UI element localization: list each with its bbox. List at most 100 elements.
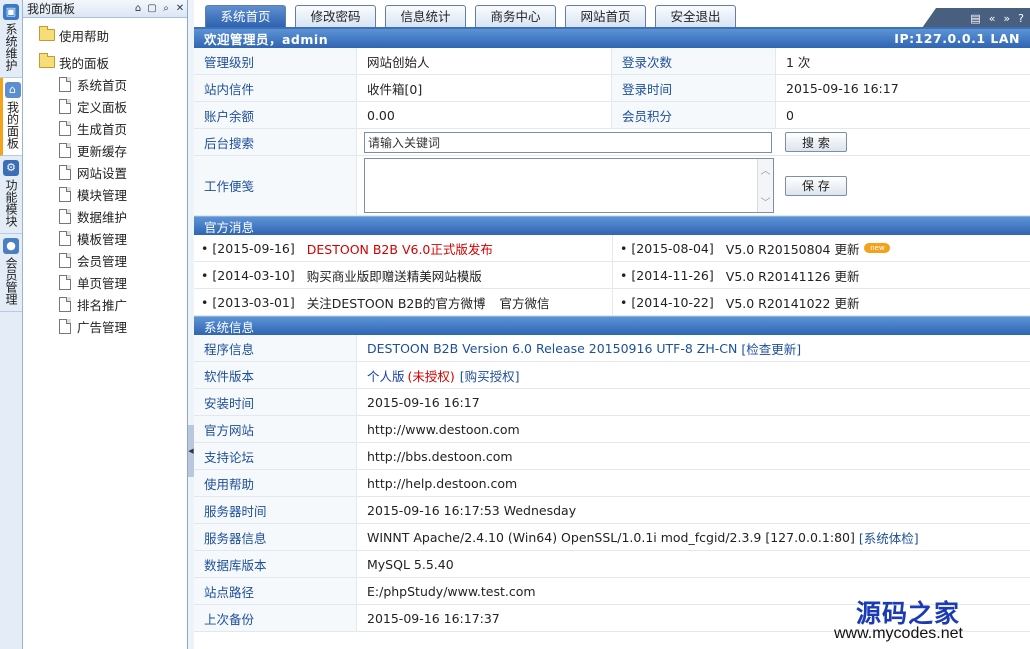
menu-icon[interactable]: ▤ xyxy=(970,12,980,25)
check-update-link[interactable]: [检查更新] xyxy=(741,339,801,358)
news-item[interactable]: • [2014-03-10] 购买商业版即赠送精美网站模版 xyxy=(194,262,612,288)
tab-home[interactable]: 系统首页 xyxy=(205,5,286,27)
top-nav: 系统首页 修改密码 信息统计 商务中心 网站首页 安全退出 ▤ « » ? xyxy=(194,0,1030,28)
news-link[interactable]: V5.0 R20150804 更新 xyxy=(726,239,860,258)
buy-license-link[interactable]: [购买授权] xyxy=(460,366,520,385)
vtab-system-label: 系统维护 xyxy=(4,23,18,71)
system-row: 服务器时间 2015-09-16 16:17:53 Wednesday xyxy=(194,497,1030,524)
news-link[interactable]: 关注DESTOON B2B的官方微博 xyxy=(307,293,486,312)
tree-item[interactable]: 单页管理 xyxy=(23,271,187,293)
tree-item-label: 定义面板 xyxy=(77,99,128,115)
tree-item[interactable]: 模块管理 xyxy=(23,183,187,205)
tree-folder-label: 我的面板 xyxy=(59,55,110,71)
value-program: DESTOON B2B Version 6.0 Release 20150916… xyxy=(357,335,1030,361)
memo-textarea[interactable]: ︿ ﹀ xyxy=(364,158,774,213)
value-install-time: 2015-09-16 16:17 xyxy=(367,394,480,410)
tab-site-home[interactable]: 网站首页 xyxy=(565,5,646,27)
tree-item[interactable]: 定义面板 xyxy=(23,95,187,117)
tab-stats[interactable]: 信息统计 xyxy=(385,5,466,27)
help-link[interactable]: http://help.destoon.com xyxy=(357,470,1030,496)
value-inbox[interactable]: 收件箱[0] xyxy=(357,75,611,101)
news-date: [2013-03-01] xyxy=(212,294,295,310)
save-button[interactable]: 保 存 xyxy=(785,175,847,196)
chevron-up-icon[interactable]: ︿ xyxy=(761,162,771,177)
memo-row: 工作便笺 ︿ ﹀ 保 存 xyxy=(194,156,1030,216)
news-row: • [2013-03-01] 关注DESTOON B2B的官方微博 官方微信 •… xyxy=(194,289,1030,316)
nav-controls: ▤ « » ? xyxy=(922,8,1030,28)
document-icon xyxy=(59,274,71,290)
tab-change-password[interactable]: 修改密码 xyxy=(295,5,376,27)
label-edition: 软件版本 xyxy=(194,362,357,388)
sidebar-title: 我的面板 xyxy=(27,2,76,16)
news-date: [2015-08-04] xyxy=(631,240,714,256)
system-check-link[interactable]: [系统体检] xyxy=(859,528,919,547)
news-link[interactable]: V5.0 R20141022 更新 xyxy=(726,293,860,312)
tree-item[interactable]: 数据维护 xyxy=(23,205,187,227)
tree-folder-label: 使用帮助 xyxy=(59,28,110,44)
news-item[interactable]: • [2015-08-04] V5.0 R20150804 更新 new xyxy=(612,235,1030,261)
info-row: 站内信件 收件箱[0] 登录时间 2015-09-16 16:17 xyxy=(194,75,1030,102)
help-icon[interactable]: ? xyxy=(1018,12,1024,25)
vtab-members[interactable]: ● 会员管理 xyxy=(0,234,22,312)
value-login-time: 2015-09-16 16:17 xyxy=(786,80,899,96)
label-search: 后台搜索 xyxy=(194,129,357,155)
double-right-icon[interactable]: » xyxy=(1003,12,1010,25)
news-item[interactable]: • [2015-09-16] DESTOON B2B V6.0正式版发布 xyxy=(194,235,612,261)
vtab-my-panel[interactable]: ⌂ 我的面板 xyxy=(0,78,22,156)
vtab-my-panel-label: 我的面板 xyxy=(5,101,20,149)
label-db-version: 数据库版本 xyxy=(194,551,357,577)
tab-business[interactable]: 商务中心 xyxy=(475,5,556,27)
tree-folder-help[interactable]: 使用帮助 xyxy=(23,24,187,46)
system-row: 数据库版本 MySQL 5.5.40 xyxy=(194,551,1030,578)
welcome-bar: 欢迎管理员，admin IP:127.0.0.1 LAN xyxy=(194,29,1030,48)
news-item[interactable]: • [2014-11-26] V5.0 R20141126 更新 xyxy=(612,262,1030,288)
news-item[interactable]: • [2014-10-22] V5.0 R20141022 更新 xyxy=(612,289,1030,315)
value-points: 0 xyxy=(786,107,794,123)
news-link[interactable]: V5.0 R20141126 更新 xyxy=(726,266,860,285)
tree-folder-my-panel[interactable]: 我的面板 xyxy=(23,51,187,73)
value-admin-level: 网站创始人 xyxy=(367,54,430,70)
value-server-info: WINNT Apache/2.4.10 (Win64) OpenSSL/1.0.… xyxy=(357,524,1030,550)
news-row: • [2015-09-16] DESTOON B2B V6.0正式版发布 • [… xyxy=(194,235,1030,262)
system-row: 软件版本 个人版 (未授权) [购买授权] xyxy=(194,362,1030,389)
window-icon[interactable]: ▢ xyxy=(145,3,159,14)
bullet: • xyxy=(201,240,213,256)
official-site-link[interactable]: http://www.destoon.com xyxy=(357,416,1030,442)
search-input[interactable]: 请输入关键词 xyxy=(364,131,772,153)
tree-item[interactable]: 生成首页 xyxy=(23,117,187,139)
tab-logout[interactable]: 安全退出 xyxy=(655,5,736,27)
vtab-members-label: 会员管理 xyxy=(4,257,18,305)
vtab-modules-label: 功能模块 xyxy=(4,179,18,227)
tree-item[interactable]: 模板管理 xyxy=(23,227,187,249)
tree-item[interactable]: 会员管理 xyxy=(23,249,187,271)
news-link[interactable]: DESTOON B2B V6.0正式版发布 xyxy=(307,239,493,258)
tree-item-label: 系统首页 xyxy=(77,77,128,93)
search-icon[interactable]: ⌕ xyxy=(159,3,173,14)
memo-cell: ︿ ﹀ xyxy=(357,156,777,215)
label-install-time: 安装时间 xyxy=(194,389,357,415)
double-left-icon[interactable]: « xyxy=(989,12,996,25)
news-link[interactable]: 购买商业版即赠送精美网站模版 xyxy=(307,266,482,285)
tree-item[interactable]: 广告管理 xyxy=(23,315,187,337)
close-icon[interactable]: ✕ xyxy=(173,3,187,14)
search-button[interactable]: 搜 索 xyxy=(785,132,847,152)
system-row: 使用帮助 http://help.destoon.com xyxy=(194,470,1030,497)
news-item[interactable]: • [2013-03-01] 关注DESTOON B2B的官方微博 官方微信 xyxy=(194,289,612,315)
textarea-scrollbar[interactable]: ︿ ﹀ xyxy=(757,159,773,212)
document-icon xyxy=(59,208,71,224)
label-last-backup: 上次备份 xyxy=(194,605,357,631)
vtab-modules[interactable]: ⚙ 功能模块 xyxy=(0,156,22,234)
tree-item[interactable]: 排名推广 xyxy=(23,293,187,315)
news-extra-link[interactable]: 官方微信 xyxy=(499,293,549,312)
vtab-system[interactable]: ▣ 系统维护 xyxy=(0,0,22,78)
news-date: [2015-09-16] xyxy=(212,240,295,256)
tree-item[interactable]: 更新缓存 xyxy=(23,139,187,161)
bbs-link[interactable]: http://bbs.destoon.com xyxy=(357,443,1030,469)
tree-item[interactable]: 网站设置 xyxy=(23,161,187,183)
tree-item[interactable]: 系统首页 xyxy=(23,73,187,95)
value-balance: 0.00 xyxy=(367,107,395,123)
home-icon[interactable]: ⌂ xyxy=(131,3,145,14)
chevron-down-icon[interactable]: ﹀ xyxy=(761,194,771,209)
sidebar: 我的面板 ⌂ ▢ ⌕ ✕ 使用帮助 我的面板 系统首页 定义面板 生成首页 更新… xyxy=(23,0,188,649)
program-text: DESTOON B2B Version 6.0 Release 20150916… xyxy=(367,340,738,356)
